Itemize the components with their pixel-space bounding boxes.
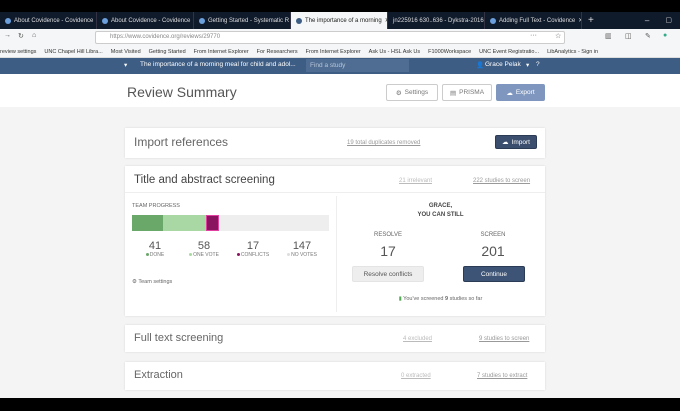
import-references-card: Import references 19 total duplicates re… (125, 128, 545, 158)
user-icon: 👤 (476, 62, 485, 69)
stat-one-vote: 58 ONE VOTE (179, 240, 229, 258)
extraction-card: Extraction 0 extracted 7 studies to extr… (125, 362, 545, 390)
greeting: GRACE, YOU CAN STILL (417, 203, 464, 218)
browser-tab[interactable]: About Covidence - Covidence✕ (97, 12, 194, 29)
reload-icon[interactable]: ↻ (18, 32, 24, 40)
favicon-icon (199, 17, 205, 24)
section-title: Title and abstract screening (134, 174, 275, 186)
bookmark[interactable]: From Internet Explorer (194, 49, 249, 55)
favicon-icon (490, 17, 496, 24)
more-icon[interactable]: ··· (530, 32, 537, 39)
bookmarks-bar: review settings UNC Chapel Hill Libra...… (0, 46, 680, 58)
user-menu[interactable]: Grace Pelak (485, 61, 521, 68)
divider (125, 192, 545, 193)
bookmark[interactable]: Ask Us - HSL Ask Us (369, 49, 420, 55)
favicon-icon (296, 17, 302, 24)
new-tab-button[interactable]: + (582, 12, 600, 29)
nav-bar: → ↻ ⌂ https://www.covidence.org/reviews/… (0, 29, 680, 46)
url-bar[interactable]: https://www.covidence.org/reviews/29770 (95, 31, 565, 44)
continue-button[interactable]: Continue (463, 266, 525, 282)
library-icon[interactable]: ▥ (605, 32, 612, 40)
page-title: Review Summary (127, 84, 237, 100)
stat-done: 41 DONE (130, 240, 180, 258)
bookmark[interactable]: LibAnalytics - Sign in (547, 49, 598, 55)
cloud-upload-icon: ☁ (502, 139, 509, 146)
bookmark[interactable]: From Internet Explorer (306, 49, 361, 55)
forward-icon[interactable]: → (4, 32, 11, 39)
star-icon[interactable]: ☆ (555, 32, 561, 40)
bookmark[interactable]: UNC Chapel Hill Libra... (44, 49, 102, 55)
export-button[interactable]: ☁ Export (496, 84, 545, 101)
tab-bar: About Covidence - Covidence✕ About Covid… (0, 12, 680, 29)
browser-tab[interactable]: jn225916 630..636 - Dykstra-2016✕ (388, 12, 485, 29)
resolve-stat: RESOLVE 17 (374, 232, 402, 259)
help-icon[interactable]: ? (536, 61, 540, 68)
letterbox (0, 398, 680, 411)
bookmark[interactable]: For Researchers (257, 49, 298, 55)
browser-tab[interactable]: Getting Started - Systematic R✕ (194, 12, 291, 29)
studies-to-extract-link[interactable]: 7 studies to extract (477, 373, 527, 379)
chevron-down-icon[interactable]: ▾ (526, 61, 529, 69)
progress-segment-one-vote (162, 215, 207, 231)
team-progress-label: TEAM PROGRESS (132, 203, 180, 209)
screened-count-text: ▮ You've screened 9 studies so far (398, 296, 483, 302)
app-header: ▾ The importance of a morning meal for c… (0, 58, 680, 74)
stat-conflicts: 17 CONFLICTS (228, 240, 278, 258)
study-search-input[interactable]: Find a study (306, 59, 409, 72)
screen-stat: SCREEN 201 (480, 232, 506, 259)
summary-header: Review Summary ⚙ Settings ▤ PRISMA ☁ Export (0, 74, 680, 107)
team-settings-link[interactable]: ⚙ Team settings (132, 279, 172, 285)
title-abstract-screening-card: Title and abstract screening 21 irreleva… (125, 166, 545, 316)
bookmark[interactable]: review settings (0, 49, 36, 55)
review-title[interactable]: The importance of a morning meal for chi… (140, 61, 296, 68)
prisma-button[interactable]: ▤ PRISMA (442, 84, 492, 101)
progress-segment-conflicts (206, 215, 219, 231)
extracted-link[interactable]: 0 extracted (401, 373, 431, 379)
duplicates-link[interactable]: 19 total duplicates removed (347, 140, 420, 146)
settings-button[interactable]: ⚙ Settings (386, 84, 438, 101)
bookmark[interactable]: Getting Started (149, 49, 186, 55)
full-text-screening-card: Full text screening 4 excluded 9 studies… (125, 325, 545, 352)
studies-to-screen-link[interactable]: 9 studies to screen (479, 336, 529, 342)
browser-tab[interactable]: Adding Full Text - Covidence✕ (485, 12, 582, 29)
sidebar-icon[interactable]: ◫ (625, 32, 632, 40)
review-icon: ▾ (124, 62, 128, 69)
progress-segment-done (132, 215, 163, 231)
stat-no-votes: 147 NO VOTES (277, 240, 327, 258)
irrelevant-link[interactable]: 21 irrelevant (399, 178, 432, 184)
section-title: Full text screening (134, 332, 224, 344)
favicon-icon (102, 17, 108, 24)
minimize-button[interactable]: – (637, 12, 657, 29)
section-title: Import references (134, 135, 229, 149)
table-icon: ▤ (449, 89, 457, 97)
extension-icon[interactable]: ✎ (645, 32, 651, 40)
bookmark[interactable]: Most Visited (111, 49, 141, 55)
cloud-icon: ☁ (506, 89, 513, 97)
home-icon[interactable]: ⌂ (32, 32, 36, 39)
resolve-conflicts-button[interactable]: Resolve conflicts (352, 266, 424, 282)
page: Review Summary ⚙ Settings ▤ PRISMA ☁ Export… (0, 74, 680, 398)
import-button[interactable]: ☁ Import (495, 135, 537, 149)
browser-tab-active[interactable]: The importance of a morning✕ (291, 12, 388, 29)
bookmark[interactable]: F1000Workspace (428, 49, 471, 55)
section-title: Extraction (134, 369, 183, 381)
gear-icon: ⚙ (395, 89, 402, 97)
account-icon[interactable]: ● (663, 32, 667, 39)
bookmark[interactable]: UNC Event Registratio... (479, 49, 539, 55)
excluded-link[interactable]: 4 excluded (403, 336, 432, 342)
favicon-icon (5, 17, 11, 24)
maximize-button[interactable]: ▢ (657, 12, 680, 29)
browser-tab[interactable]: About Covidence - Covidence✕ (0, 12, 97, 29)
team-progress-bar (132, 215, 329, 231)
studies-to-screen-link[interactable]: 222 studies to screen (473, 178, 530, 184)
